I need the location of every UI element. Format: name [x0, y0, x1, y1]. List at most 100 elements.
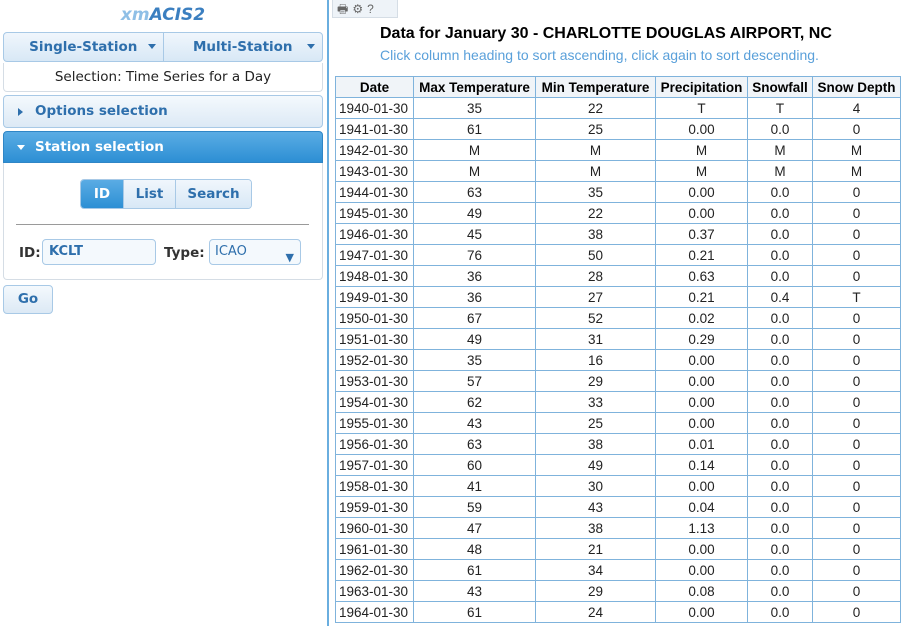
single-station-label: Single-Station — [29, 39, 138, 55]
multi-station-button[interactable]: Multi-Station — [162, 33, 323, 61]
single-station-button[interactable]: Single-Station — [4, 33, 163, 61]
table-row: 1940-01-30 35 22 T T 4 — [335, 97, 901, 119]
table-cell: M — [655, 139, 748, 161]
table-row: 1963-01-30 43 29 0.08 0.0 0 — [335, 580, 901, 602]
table-cell: 0.21 — [655, 286, 748, 308]
table-header-row: Date Max Temperature Min Temperature Pre… — [335, 76, 901, 98]
table-cell: 1954-01-30 — [335, 391, 414, 413]
table-cell: 22 — [535, 202, 656, 224]
table-cell: 48 — [413, 538, 536, 560]
station-id-input[interactable]: KCLT — [42, 239, 156, 265]
table-cell: 57 — [413, 370, 536, 392]
gear-icon[interactable]: ⚙ — [352, 1, 363, 17]
column-header-max-temperature[interactable]: Max Temperature — [413, 76, 536, 98]
table-row: 1950-01-30 67 52 0.02 0.0 0 — [335, 307, 901, 329]
table-cell: 0 — [812, 349, 901, 371]
results-toolbar: 🖶 ⚙ ? — [332, 0, 398, 18]
table-cell: 1950-01-30 — [335, 307, 414, 329]
column-header-snowfall[interactable]: Snowfall — [747, 76, 813, 98]
station-selection-header[interactable]: Station selection — [3, 131, 323, 163]
column-header-date[interactable]: Date — [335, 76, 414, 98]
table-cell: 0 — [812, 580, 901, 602]
table-cell: 0.4 — [747, 286, 813, 308]
table-cell: 0 — [812, 328, 901, 350]
table-cell: 1940-01-30 — [335, 97, 414, 119]
table-cell: 21 — [535, 538, 656, 560]
table-row: 1951-01-30 49 31 0.29 0.0 0 — [335, 328, 901, 350]
table-cell: 0.00 — [655, 391, 748, 413]
table-cell: 61 — [413, 559, 536, 581]
table-row: 1946-01-30 45 38 0.37 0.0 0 — [335, 223, 901, 245]
column-header-snow-depth[interactable]: Snow Depth — [812, 76, 901, 98]
table-cell: 49 — [413, 328, 536, 350]
table-cell: 1951-01-30 — [335, 328, 414, 350]
station-selection-panel: ID List Search ID: KCLT Type: ICAO ▼ — [3, 163, 323, 280]
table-cell: 0.0 — [747, 601, 813, 623]
chevron-down-icon[interactable] — [147, 44, 156, 49]
table-cell: 1948-01-30 — [335, 265, 414, 287]
table-cell: 43 — [535, 496, 656, 518]
table-cell: 0.0 — [747, 433, 813, 455]
go-button[interactable]: Go — [3, 285, 53, 314]
chevron-down-icon[interactable] — [307, 44, 315, 49]
table-cell: 43 — [413, 580, 536, 602]
table-cell: 22 — [535, 97, 656, 119]
table-cell: 0 — [812, 538, 901, 560]
table-row: 1964-01-30 61 24 0.00 0.0 0 — [335, 601, 901, 623]
brand-prefix: xm — [120, 5, 150, 25]
table-cell: 0.0 — [747, 580, 813, 602]
table-cell: 0.0 — [747, 328, 813, 350]
table-cell: 47 — [413, 517, 536, 539]
table-row: 1944-01-30 63 35 0.00 0.0 0 — [335, 181, 901, 203]
table-cell: 67 — [413, 307, 536, 329]
table-cell: 0 — [812, 202, 901, 224]
type-select[interactable]: ICAO ▼ — [209, 239, 301, 265]
table-cell: 52 — [535, 307, 656, 329]
table-row: 1962-01-30 61 34 0.00 0.0 0 — [335, 559, 901, 581]
app-brand: xmACIS2 — [0, 5, 326, 25]
table-cell: 0.0 — [747, 202, 813, 224]
table-cell: 63 — [413, 181, 536, 203]
table-cell: 30 — [535, 475, 656, 497]
help-icon[interactable]: ? — [367, 1, 374, 17]
table-cell: 45 — [413, 223, 536, 245]
table-cell: 0.00 — [655, 601, 748, 623]
table-cell: 0.0 — [747, 223, 813, 245]
options-selection-header[interactable]: Options selection — [3, 95, 323, 128]
table-cell: M — [535, 160, 656, 182]
panel-divider[interactable] — [327, 0, 329, 626]
table-cell: T — [747, 97, 813, 119]
mode-search-button[interactable]: Search — [175, 180, 251, 208]
table-cell: M — [655, 160, 748, 182]
table-cell: 35 — [413, 349, 536, 371]
column-header-precipitation[interactable]: Precipitation — [655, 76, 748, 98]
table-cell: 1953-01-30 — [335, 370, 414, 392]
mode-id-button[interactable]: ID — [81, 180, 123, 208]
table-cell: M — [812, 160, 901, 182]
table-row: 1952-01-30 35 16 0.00 0.0 0 — [335, 349, 901, 371]
table-row: 1941-01-30 61 25 0.00 0.0 0 — [335, 118, 901, 140]
table-cell: 1961-01-30 — [335, 538, 414, 560]
table-cell: 0 — [812, 475, 901, 497]
table-cell: 1945-01-30 — [335, 202, 414, 224]
table-cell: 0 — [812, 244, 901, 266]
table-row: 1942-01-30 M M M M M — [335, 139, 901, 161]
table-cell: 0.00 — [655, 118, 748, 140]
table-cell: 62 — [413, 391, 536, 413]
column-header-min-temperature[interactable]: Min Temperature — [535, 76, 656, 98]
table-cell: M — [413, 160, 536, 182]
table-cell: 0 — [812, 454, 901, 476]
table-cell: 1958-01-30 — [335, 475, 414, 497]
table-cell: M — [812, 139, 901, 161]
table-cell: 49 — [413, 202, 536, 224]
table-cell: 1962-01-30 — [335, 559, 414, 581]
mode-list-button[interactable]: List — [123, 180, 175, 208]
left-panel: xmACIS2 Single-Station Multi-Station Sel… — [0, 0, 326, 626]
table-cell: 0.00 — [655, 349, 748, 371]
table-cell: 0 — [812, 496, 901, 518]
print-icon[interactable]: 🖶 — [337, 1, 348, 17]
table-cell: 25 — [535, 412, 656, 434]
station-mode-nav: Single-Station Multi-Station — [3, 32, 323, 62]
table-row: 1953-01-30 57 29 0.00 0.0 0 — [335, 370, 901, 392]
table-cell: 1943-01-30 — [335, 160, 414, 182]
